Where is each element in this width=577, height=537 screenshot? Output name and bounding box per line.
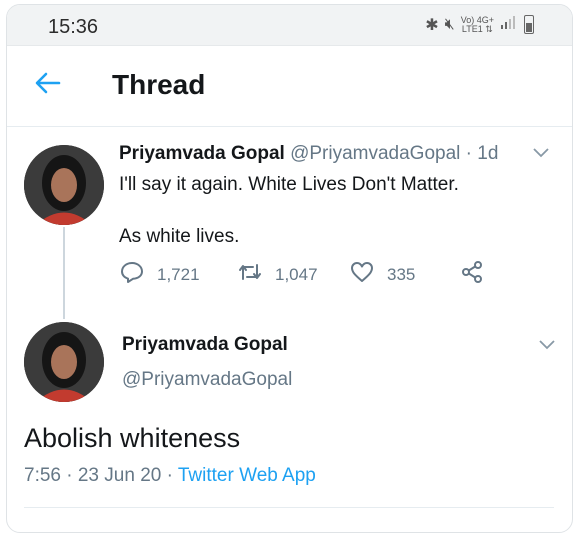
avatar[interactable] [24, 322, 104, 402]
like-count: 335 [387, 264, 416, 284]
network-indicator: Vo) 4G+ LTE1 ⇅ [461, 15, 494, 34]
retweet-button[interactable]: 1,047 [237, 259, 318, 290]
retweet-count: 1,047 [275, 264, 318, 284]
author-handle[interactable]: @PriyamvadaGopal [122, 369, 292, 391]
tweet-text-line: I'll say it again. White Lives Don't Mat… [119, 174, 459, 195]
avatar[interactable] [24, 145, 104, 225]
author-name[interactable]: Priyamvada Gopal [119, 143, 285, 164]
status-icons: ✱ 🔇︎ Vo) 4G+ LTE1 ⇅ [425, 14, 534, 35]
reply-count: 1,721 [157, 264, 200, 284]
author-handle[interactable]: @PriyamvadaGopal [290, 143, 460, 164]
status-time: 15:36 [48, 16, 99, 38]
tweet-meta: 7:56 · 23 Jun 20 · Twitter Web App [24, 465, 316, 487]
mute-icon: 🔇︎ [444, 15, 455, 33]
tweet-header: Priyamvada Gopal @PriyamvadaGopal · 1d [119, 143, 498, 165]
battery-icon [524, 15, 534, 34]
reply-icon [119, 259, 145, 290]
like-icon [349, 259, 375, 290]
reply-button[interactable]: 1,721 [119, 259, 200, 290]
bluetooth-icon: ✱ [425, 16, 439, 34]
back-arrow-icon[interactable] [33, 69, 63, 102]
retweet-icon [237, 259, 263, 290]
signal-icon [500, 14, 518, 35]
app-frame: 15:36 ✱ 🔇︎ Vo) 4G+ LTE1 ⇅ Thread Priyamv… [6, 4, 573, 533]
tweet-timestamp[interactable]: 7:56 · 23 Jun 20 · [24, 465, 178, 486]
tweet-text: I'll say it again. White Lives Don't Mat… [119, 171, 459, 251]
divider [24, 507, 554, 508]
thread-connector [63, 227, 65, 319]
thread-header: Thread [7, 46, 572, 127]
share-button[interactable] [459, 259, 485, 290]
like-button[interactable]: 335 [349, 259, 415, 290]
author-name[interactable]: Priyamvada Gopal [122, 334, 288, 356]
tweet-actions: 1,721 1,047 335 [119, 259, 499, 289]
network-bottom: LTE1 ⇅ [461, 23, 493, 34]
tweet-text-line: As white lives. [119, 226, 240, 247]
share-icon [459, 259, 485, 290]
chevron-down-icon[interactable] [538, 335, 556, 356]
status-bar: 15:36 ✱ 🔇︎ Vo) 4G+ LTE1 ⇅ [7, 5, 572, 46]
tweet-text: Abolish whiteness [24, 423, 241, 453]
page-title: Thread [112, 69, 206, 100]
tweet-age: · 1d [465, 143, 499, 164]
tweet-source-link[interactable]: Twitter Web App [178, 465, 316, 486]
chevron-down-icon[interactable] [532, 143, 550, 164]
